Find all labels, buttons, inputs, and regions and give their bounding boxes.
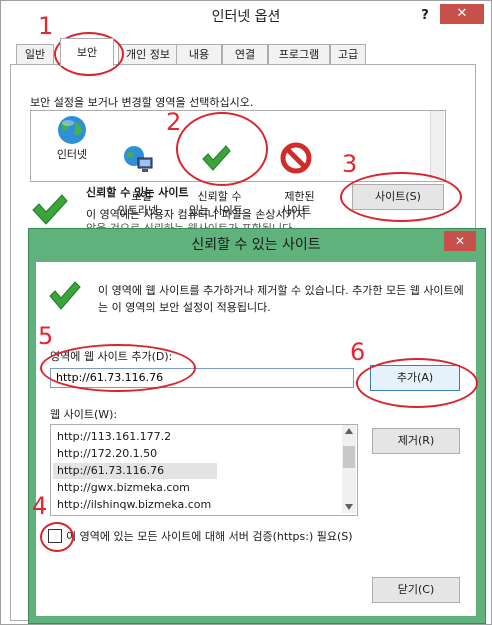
scroll-up-icon[interactable] — [345, 428, 353, 434]
annotation-ellipse-sites-button — [340, 172, 462, 222]
tab-programs[interactable]: 프로그램 — [268, 44, 330, 64]
sites-list-label: 웹 사이트(W): — [50, 408, 118, 421]
tab-advanced[interactable]: 고급 — [330, 44, 366, 64]
annotation-ellipse-add-button — [356, 358, 478, 408]
zone-description-title: 신뢰할 수 있는 사이트 — [86, 186, 189, 199]
zone-restricted-sites[interactable]: 제한된 사이트 — [266, 114, 326, 218]
tab-connections[interactable]: 연결 — [222, 44, 268, 64]
https-required-label[interactable]: 이 영역에 있는 모든 사이트에 대해 서버 검증(https:) 필요(S) — [66, 528, 353, 544]
zone-local-intranet[interactable]: 로컬 인트라넷 — [108, 114, 168, 218]
annotation-number-2: 2 — [166, 108, 182, 136]
annotation-ellipse-trusted-zone — [176, 112, 268, 186]
annotation-number-4: 4 — [32, 492, 48, 520]
annotation-number-3: 3 — [342, 150, 358, 178]
restricted-icon — [280, 142, 312, 174]
list-item[interactable]: http://172.20.1.50 — [57, 446, 157, 462]
window-close-button[interactable]: ✕ — [440, 4, 484, 24]
annotation-ellipse-https-checkbox — [40, 522, 74, 552]
dialog-info-text: 이 영역에 웹 사이트를 추가하거나 제거할 수 있습니다. 추가한 모든 웹 … — [98, 284, 464, 314]
tab-general[interactable]: 일반 — [16, 44, 54, 64]
sites-list-scrollbar[interactable] — [342, 425, 356, 513]
annotation-ellipse-url-input — [40, 344, 196, 392]
list-item[interactable]: http://gwx.bizmeka.com — [57, 480, 190, 496]
annotation-number-1: 1 — [38, 12, 54, 40]
dialog-title: 신뢰할 수 있는 사이트 — [191, 237, 321, 253]
list-item[interactable]: http://ilshinqw.bizmeka.com — [57, 497, 211, 513]
remove-button[interactable]: 제거(R) — [372, 428, 460, 454]
trusted-zone-checkmark-icon — [32, 194, 68, 225]
list-item-selected[interactable]: http://61.73.116.76 — [53, 463, 217, 479]
tab-privacy[interactable]: 개인 정보 — [118, 44, 178, 64]
zone-internet[interactable]: 인터넷 — [42, 114, 102, 162]
checkmark-icon — [49, 281, 81, 310]
annotation-number-6: 6 — [350, 338, 366, 366]
globe-icon — [58, 116, 86, 144]
sites-listbox[interactable]: http://113.161.177.2 http://172.20.1.50 … — [50, 424, 358, 516]
help-button[interactable]: ? — [414, 6, 436, 26]
scrollbar-thumb[interactable] — [343, 446, 355, 468]
dialog-close-button[interactable]: ✕ — [444, 231, 476, 251]
close-button[interactable]: 닫기(C) — [372, 577, 460, 603]
tab-content[interactable]: 내용 — [176, 44, 222, 64]
zone-list-scrollbar[interactable] — [430, 111, 444, 179]
tab-security[interactable]: 보안 — [60, 38, 114, 66]
list-item[interactable]: http://113.161.177.2 — [57, 429, 171, 445]
zone-instruction: 보안 설정을 보거나 변경할 영역을 선택하십시오. — [30, 96, 254, 109]
zone-internet-label: 인터넷 — [56, 148, 88, 161]
scroll-down-icon[interactable] — [345, 504, 353, 510]
intranet-icon — [124, 146, 153, 172]
annotation-number-5: 5 — [38, 322, 54, 350]
